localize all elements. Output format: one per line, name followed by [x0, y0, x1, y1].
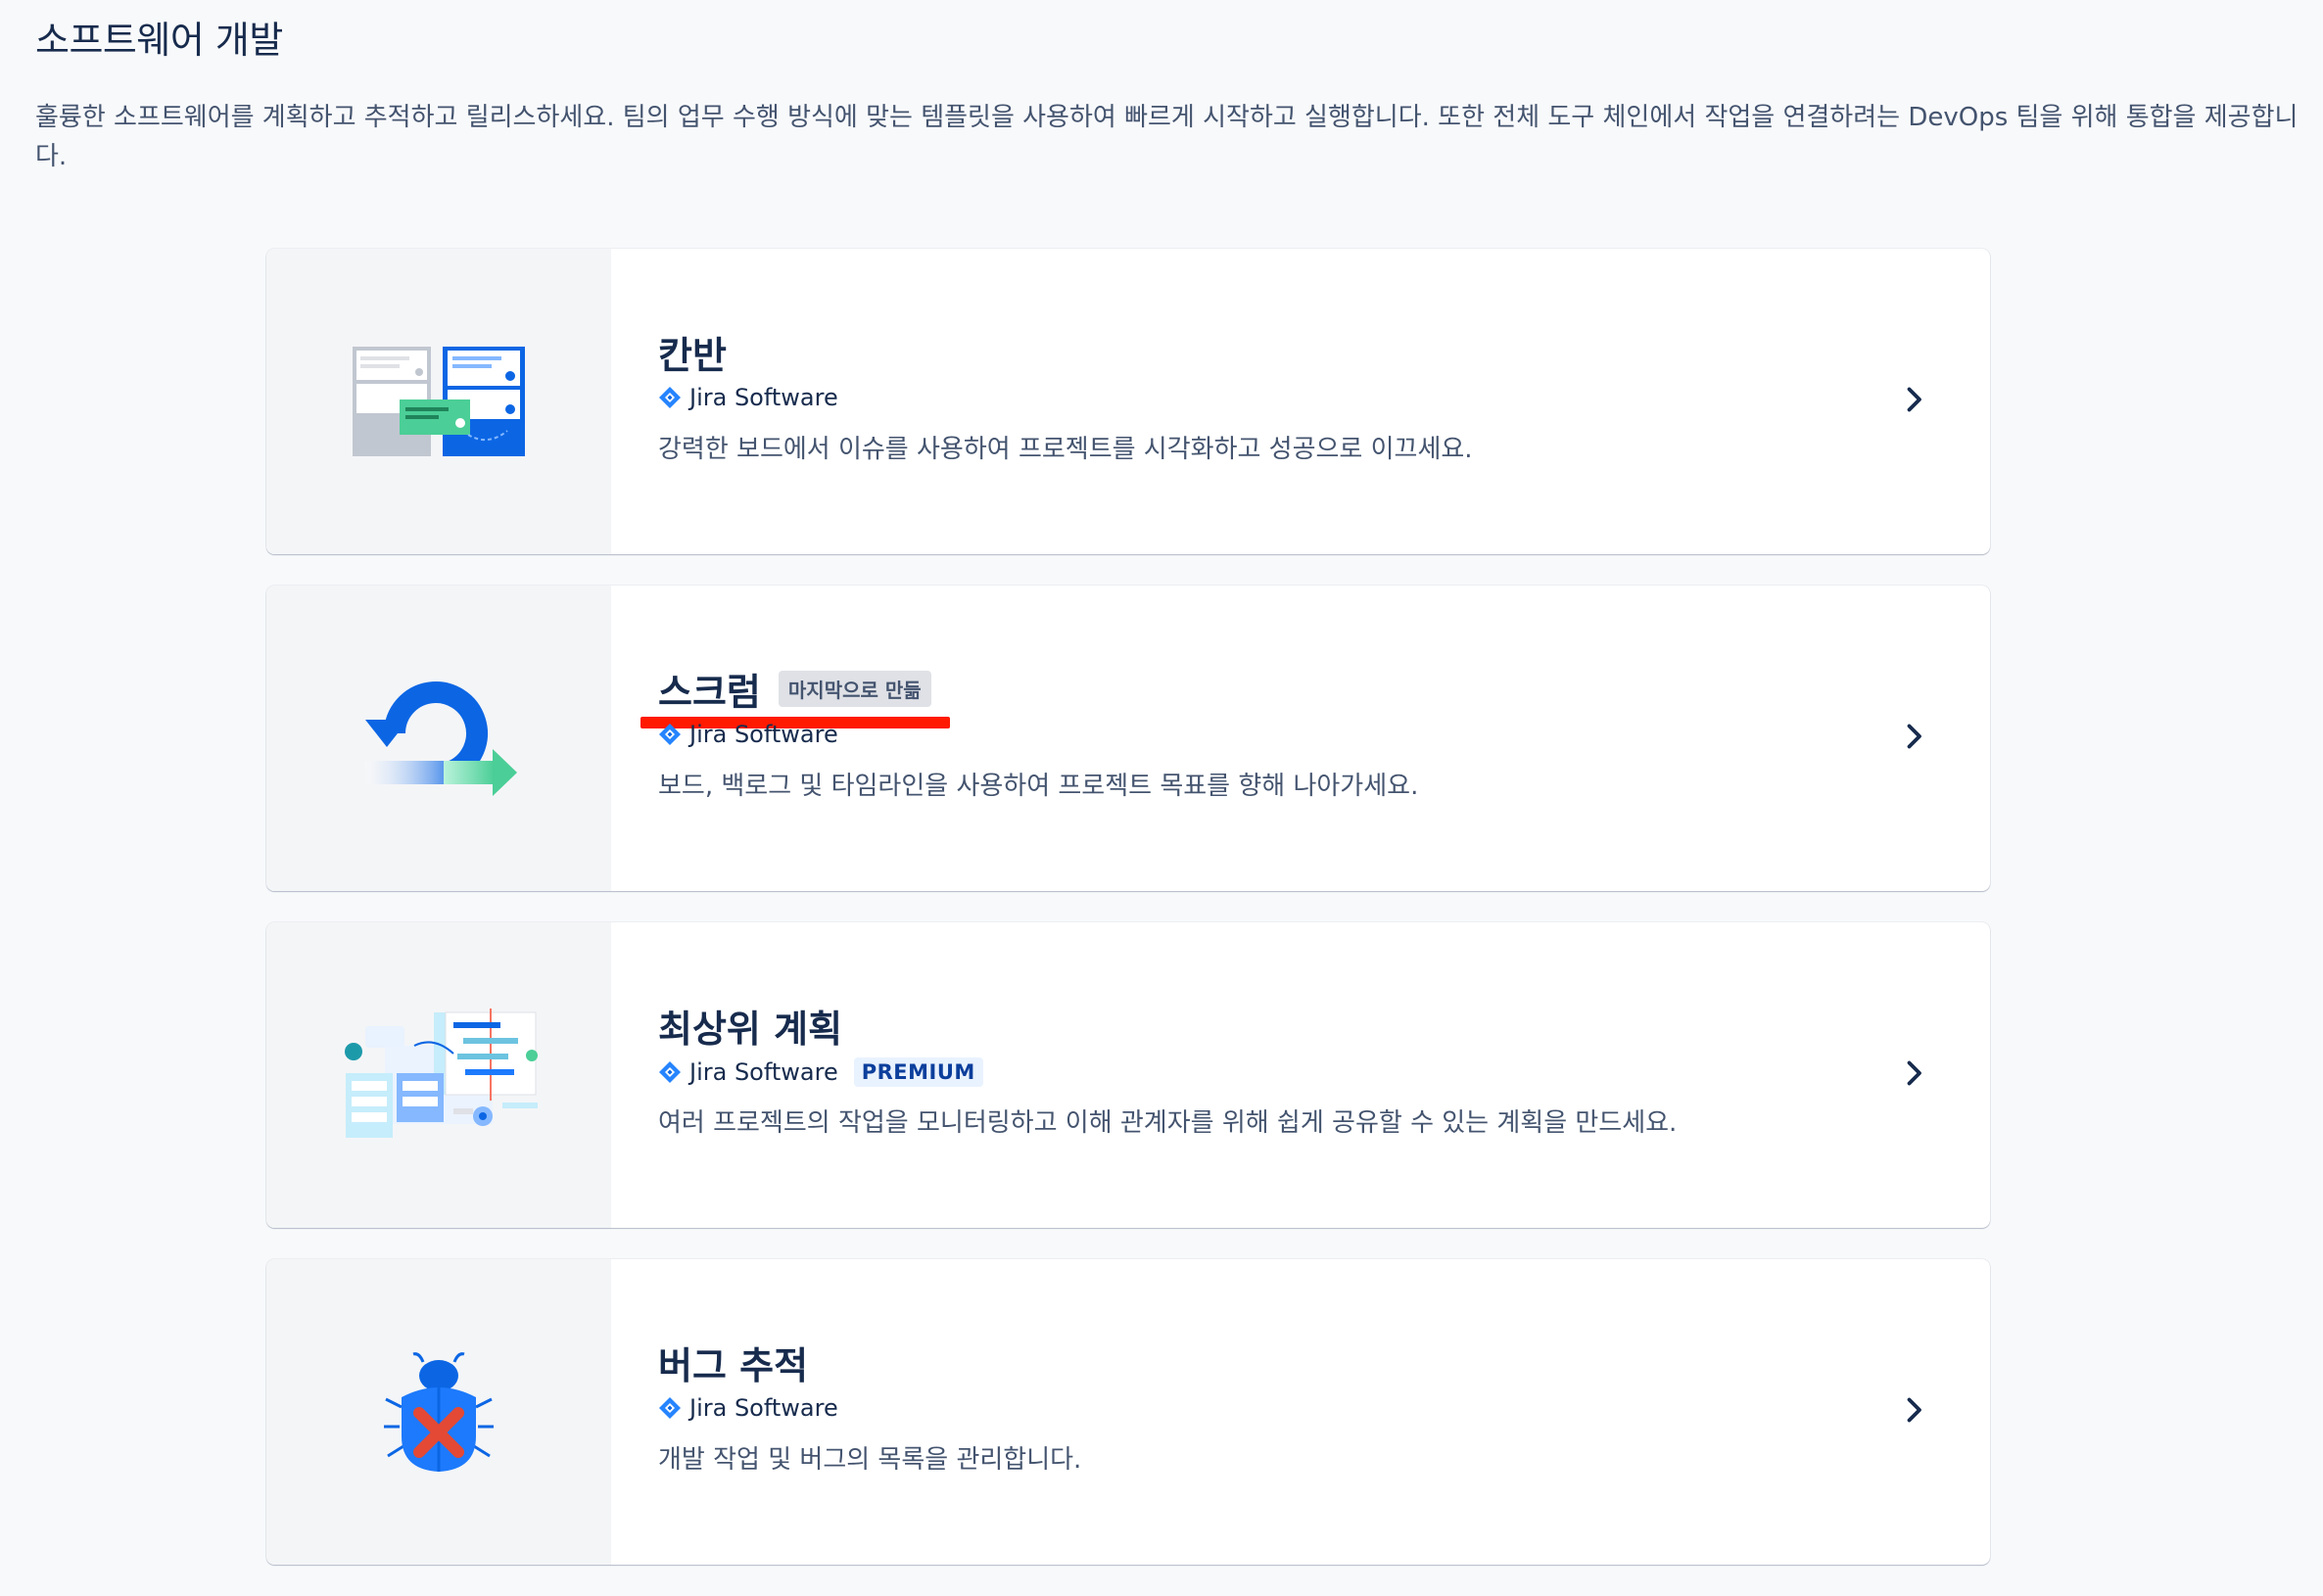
premium-badge: PREMIUM	[853, 1057, 983, 1087]
template-card-top-level-planning[interactable]: 최상위 계획 Jira Software PREMIUM 여러 프로젝트의 작업…	[266, 922, 1990, 1228]
jira-diamond-icon	[659, 1397, 681, 1419]
card-title: 스크럼	[658, 671, 761, 714]
scrum-illustration	[266, 586, 611, 891]
product-name: Jira Software	[689, 384, 838, 411]
card-title: 최상위 계획	[658, 1008, 843, 1051]
template-list: 칸반 Jira Software 강력한 보드에서 이슈를 사용하여 프로젝트를…	[266, 249, 1990, 1596]
card-body: 버그 추적 Jira Software 개발 작업 및 버그의 목록을 관리합니…	[611, 1259, 1990, 1565]
bug-illustration	[266, 1259, 611, 1565]
page-description: 훌륭한 소프트웨어를 계획하고 추적하고 릴리스하세요. 팀의 업무 수행 방식…	[35, 103, 2299, 171]
card-description: 여러 프로젝트의 작업을 모니터링하고 이해 관계자를 위해 쉽게 공유할 수 …	[658, 1108, 1678, 1138]
jira-diamond-icon	[659, 1061, 681, 1083]
page-title: 소프트웨어 개발	[35, 19, 283, 62]
chevron-right-icon[interactable]	[1896, 1056, 1931, 1091]
product-name: Jira Software	[689, 1058, 838, 1086]
kanban-illustration	[266, 249, 611, 554]
jira-diamond-icon	[659, 724, 681, 745]
chevron-right-icon[interactable]	[1896, 382, 1931, 417]
template-card-kanban[interactable]: 칸반 Jira Software 강력한 보드에서 이슈를 사용하여 프로젝트를…	[266, 249, 1990, 554]
card-title: 칸반	[658, 334, 727, 377]
card-description: 개발 작업 및 버그의 목록을 관리합니다.	[658, 1445, 1082, 1475]
card-description: 강력한 보드에서 이슈를 사용하여 프로젝트를 시각화하고 성공으로 이끄세요.	[658, 435, 1473, 464]
card-title: 버그 추적	[658, 1344, 809, 1387]
card-body: 스크럼 마지막으로 만듦 Jira Software 보드, 백로그 및 타임라…	[611, 586, 1990, 891]
card-description: 보드, 백로그 및 타임라인을 사용하여 프로젝트 목표를 향해 나아가세요.	[658, 772, 1419, 801]
card-title-row: 칸반	[658, 325, 727, 379]
last-created-badge: 마지막으로 만듦	[778, 671, 931, 707]
product-name: Jira Software	[689, 721, 838, 748]
card-title-row: 최상위 계획	[658, 999, 842, 1053]
template-card-bug-tracking[interactable]: 버그 추적 Jira Software 개발 작업 및 버그의 목록을 관리합니…	[266, 1259, 1990, 1565]
product-row: Jira Software PREMIUM	[658, 1057, 983, 1087]
chevron-right-icon[interactable]	[1896, 719, 1931, 754]
card-title-row: 스크럼 마지막으로 만듦	[640, 662, 950, 728]
product-row: Jira Software	[658, 721, 838, 748]
jira-diamond-icon	[659, 387, 681, 408]
product-name: Jira Software	[689, 1394, 838, 1422]
template-card-scrum[interactable]: 스크럼 마지막으로 만듦 Jira Software 보드, 백로그 및 타임라…	[266, 586, 1990, 891]
card-body: 칸반 Jira Software 강력한 보드에서 이슈를 사용하여 프로젝트를…	[611, 249, 1990, 554]
product-row: Jira Software	[658, 1394, 838, 1422]
card-title-row: 버그 추적	[658, 1336, 808, 1389]
product-row: Jira Software	[658, 384, 838, 411]
planning-illustration	[266, 922, 611, 1228]
card-body: 최상위 계획 Jira Software PREMIUM 여러 프로젝트의 작업…	[611, 922, 1990, 1228]
chevron-right-icon[interactable]	[1896, 1392, 1931, 1428]
